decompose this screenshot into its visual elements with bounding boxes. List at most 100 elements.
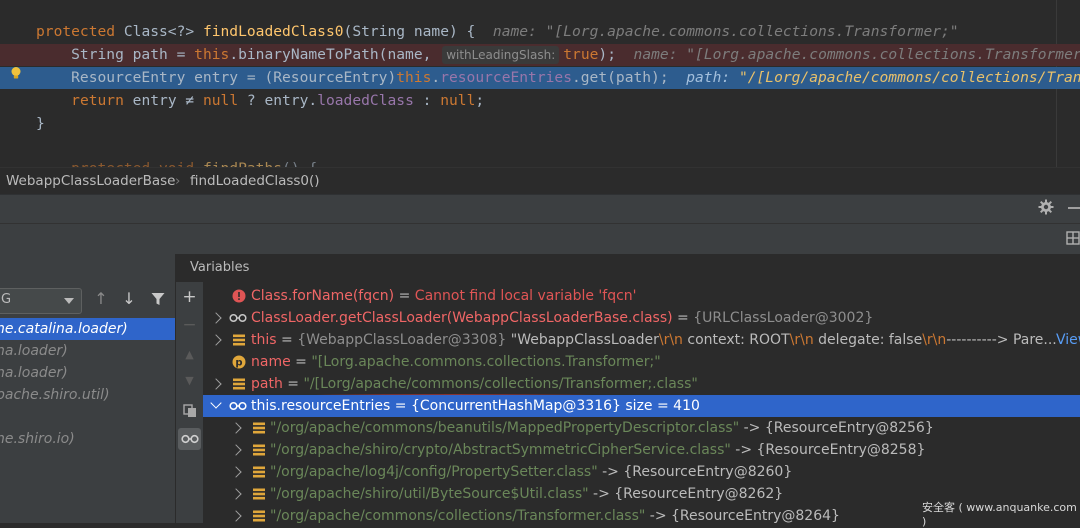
inline-debug-key: path: bbox=[668, 69, 739, 86]
map-entry-value: {ResourceEntry@8264} bbox=[671, 508, 840, 523]
variable-row-selected[interactable]: this.resourceEntries = {ConcurrentHashMa… bbox=[203, 395, 1080, 417]
breadcrumb-separator-icon: › bbox=[175, 173, 181, 189]
equals-sign: = bbox=[276, 332, 298, 348]
watch-glasses-icon bbox=[229, 313, 247, 323]
frame-label: na.loader) bbox=[0, 343, 68, 359]
code-token: protected bbox=[36, 160, 159, 167]
variable-name: this bbox=[251, 332, 277, 348]
move-up-icon[interactable]: ▲ bbox=[176, 344, 203, 366]
move-down-icon[interactable]: ▼ bbox=[176, 370, 203, 392]
code-token: null bbox=[440, 92, 476, 109]
debug-tool-window-header bbox=[0, 194, 1080, 223]
add-watch-icon[interactable]: + bbox=[176, 286, 203, 308]
map-entry-key: "/org/apache/commons/collections/Transfo… bbox=[270, 508, 646, 523]
variable-value: "WebappClassLoader bbox=[510, 332, 659, 348]
variable-value: "/[Lorg/apache/commons/collections/Trans… bbox=[303, 376, 698, 392]
code-token: loadedClass bbox=[317, 92, 414, 109]
inline-debug-value: name: "[Lorg.apache.commons.collections.… bbox=[475, 23, 959, 40]
chevron-down-icon bbox=[64, 298, 74, 304]
lightbulb-icon[interactable] bbox=[9, 66, 23, 80]
code-token: } bbox=[36, 115, 45, 132]
escape-sequence: \r\n bbox=[789, 332, 814, 348]
variable-value: context: ROOT bbox=[682, 332, 790, 348]
frame-item[interactable] bbox=[0, 406, 175, 428]
variable-row[interactable]: ClassLoader.getClassLoader(WebappClassLo… bbox=[203, 307, 1080, 329]
thread-selector-value: G bbox=[1, 292, 12, 307]
chevron-right-icon[interactable] bbox=[230, 510, 242, 522]
field-icon bbox=[253, 444, 265, 456]
variable-row[interactable]: Class.forName(fqcn) = Cannot find local … bbox=[203, 285, 1080, 307]
code-line-2[interactable]: String path = this.binaryNameToPath(name… bbox=[0, 44, 1080, 66]
chevron-right-icon[interactable] bbox=[230, 444, 242, 456]
code-token: Class<?> bbox=[123, 23, 203, 40]
frame-label: pache.shiro.util) bbox=[0, 387, 110, 403]
chevron-right-icon[interactable] bbox=[210, 334, 222, 346]
chevron-right-icon[interactable] bbox=[210, 378, 222, 390]
breadcrumb: WebappClassLoaderBase › findLoadedClass0… bbox=[0, 167, 1080, 195]
frame-item[interactable]: pache.shiro.util) bbox=[0, 384, 175, 406]
equals-sign: = bbox=[390, 398, 411, 414]
map-entry-key: "/org/apache/log4j/config/PropertySetter… bbox=[270, 464, 598, 480]
frame-item[interactable]: na.loader) bbox=[0, 340, 175, 362]
code-editor[interactable]: protected Class<?> findLoadedClass0(Stri… bbox=[0, 0, 1080, 167]
layout-icon[interactable] bbox=[1066, 231, 1080, 245]
map-arrow: -> bbox=[645, 508, 672, 523]
code-token: .get(path); bbox=[571, 69, 669, 86]
map-entry-value: {ResourceEntry@8260} bbox=[623, 464, 793, 480]
frame-item[interactable]: he.shiro.io) bbox=[0, 428, 175, 450]
copy-icon[interactable] bbox=[176, 400, 203, 422]
watches-glasses-icon[interactable] bbox=[178, 428, 201, 450]
code-line-4[interactable]: return entry ≠ null ? entry.loadedClass … bbox=[0, 90, 1080, 112]
variable-row[interactable]: path = "/[Lorg/apache/commons/collection… bbox=[203, 373, 1080, 395]
map-entry-row[interactable]: "/org/apache/commons/beanutils/MappedPro… bbox=[203, 417, 1080, 439]
watch-glasses-icon bbox=[229, 401, 247, 411]
map-entry-value: {ResourceEntry@8262} bbox=[614, 486, 784, 502]
arrow-down-icon[interactable]: ↓ bbox=[120, 290, 138, 308]
debug-toolbar bbox=[0, 223, 1080, 254]
thread-selector-dropdown[interactable]: G bbox=[0, 288, 82, 314]
remove-watch-icon[interactable]: − bbox=[176, 314, 203, 336]
minimize-icon[interactable] bbox=[1068, 207, 1080, 209]
variable-value: {URLClassLoader@3002} bbox=[693, 310, 874, 326]
error-icon bbox=[232, 289, 246, 303]
variable-row[interactable]: p name = "[Lorg.apache.commons.collectio… bbox=[203, 351, 1080, 373]
code-token: protected bbox=[36, 23, 124, 40]
frame-label: na.loader) bbox=[0, 365, 68, 381]
inline-debug-value: path: "/[Lorg/apache/commons/collections… bbox=[669, 69, 1080, 86]
map-entry-key: "/org/apache/shiro/util/ByteSource$Util.… bbox=[270, 486, 589, 502]
field-icon bbox=[233, 378, 245, 390]
variable-row[interactable]: this = {WebappClassLoader@3308} "WebappC… bbox=[203, 329, 1080, 351]
field-icon bbox=[253, 466, 265, 478]
chevron-right-icon[interactable] bbox=[230, 422, 242, 434]
code-token: return bbox=[71, 92, 133, 109]
inline-debug-string: "/[Lorg/apache/commons/collections/Trans… bbox=[738, 69, 1080, 86]
code-line-5[interactable]: } bbox=[0, 113, 1080, 135]
frame-item[interactable]: na.loader) bbox=[0, 362, 175, 384]
equals-sign: = bbox=[282, 376, 304, 392]
map-entry-row[interactable]: "/org/apache/log4j/config/PropertySetter… bbox=[203, 461, 1080, 483]
view-link[interactable]: View bbox=[1056, 329, 1080, 351]
code-line-7-clipped[interactable]: protected void findPaths() { bbox=[0, 158, 1080, 167]
arrow-up-icon[interactable]: ↑ bbox=[92, 290, 110, 308]
map-entry-row[interactable]: "/org/apache/shiro/crypto/AbstractSymmet… bbox=[203, 439, 1080, 461]
svg-text:p: p bbox=[235, 358, 242, 369]
chevron-down-icon[interactable] bbox=[210, 397, 222, 409]
chevron-right-icon[interactable] bbox=[210, 312, 222, 324]
filter-icon[interactable] bbox=[151, 292, 165, 306]
variables-title: Variables bbox=[190, 260, 250, 275]
code-line-1[interactable]: protected Class<?> findLoadedClass0(Stri… bbox=[0, 21, 1080, 43]
map-arrow: -> bbox=[730, 442, 757, 458]
chevron-right-icon[interactable] bbox=[230, 488, 242, 500]
inline-debug-value: name: "[Lorg.apache.commons.collections.… bbox=[615, 46, 1080, 63]
frame-item[interactable]: he.catalina.loader) bbox=[0, 318, 175, 340]
code-token: (String name) { bbox=[343, 23, 476, 40]
breadcrumb-class[interactable]: WebappClassLoaderBase bbox=[6, 168, 175, 195]
frame-label: he.catalina.loader) bbox=[0, 321, 128, 337]
gear-icon[interactable] bbox=[1038, 199, 1054, 215]
code-token: .binaryNameToPath(name, bbox=[229, 46, 441, 63]
breadcrumb-method[interactable]: findLoadedClass0() bbox=[190, 168, 320, 195]
code-line-3-execution-point[interactable]: ResourceEntry entry = (ResourceEntry)thi… bbox=[0, 67, 1080, 89]
map-arrow: -> bbox=[597, 464, 624, 480]
chevron-right-icon[interactable] bbox=[230, 466, 242, 478]
map-entry-value: {ResourceEntry@8256} bbox=[764, 420, 934, 436]
